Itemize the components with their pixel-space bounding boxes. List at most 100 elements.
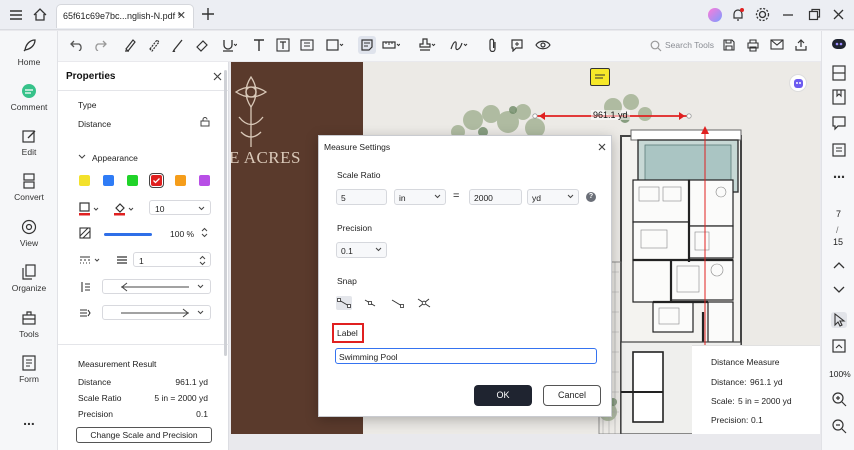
nav-comment[interactable]: Comment bbox=[0, 83, 58, 112]
opacity-value[interactable]: 100 % bbox=[170, 229, 194, 239]
minimize-icon[interactable] bbox=[782, 9, 794, 21]
share-icon[interactable] bbox=[792, 36, 810, 54]
avatar[interactable] bbox=[708, 8, 722, 22]
redo-icon[interactable] bbox=[91, 36, 109, 54]
eraser-icon[interactable] bbox=[193, 36, 211, 54]
lock-icon[interactable] bbox=[200, 117, 210, 127]
close-panel-icon[interactable] bbox=[213, 72, 222, 81]
color-swatch-blue[interactable] bbox=[103, 175, 114, 186]
line-end-select[interactable] bbox=[102, 305, 211, 320]
ai-icon[interactable] bbox=[831, 38, 847, 54]
chevron-down-icon[interactable] bbox=[78, 154, 86, 160]
comments-panel-icon[interactable] bbox=[831, 115, 847, 131]
bookmark-icon[interactable] bbox=[831, 89, 847, 105]
snap-endpoint-icon[interactable] bbox=[336, 296, 352, 310]
restore-icon[interactable] bbox=[808, 8, 821, 21]
cancel-button-label: Cancel bbox=[557, 390, 586, 400]
eye-icon[interactable] bbox=[534, 36, 552, 54]
stamp-icon[interactable] bbox=[418, 36, 436, 54]
save-icon[interactable] bbox=[720, 36, 738, 54]
zoom-in-icon[interactable] bbox=[831, 391, 847, 407]
line-start-select[interactable] bbox=[102, 279, 211, 294]
precision-select[interactable]: 0.1 bbox=[336, 242, 387, 258]
email-icon[interactable] bbox=[768, 36, 786, 54]
color-swatch-orange[interactable] bbox=[175, 175, 186, 186]
nav-home[interactable]: Home bbox=[0, 38, 58, 67]
more-icon[interactable]: ... bbox=[0, 412, 58, 428]
properties-scrollbar[interactable] bbox=[224, 70, 227, 356]
text-icon[interactable] bbox=[250, 36, 268, 54]
color-swatch-yellow[interactable] bbox=[79, 175, 90, 186]
ai-assistant-icon[interactable] bbox=[789, 74, 807, 92]
color-swatch-green[interactable] bbox=[127, 175, 138, 186]
add-comment-icon[interactable] bbox=[508, 36, 526, 54]
measure-settings-dialog: Measure Settings Scale Ratio 5 in = 2000… bbox=[318, 135, 612, 417]
textbox-icon[interactable] bbox=[274, 36, 292, 54]
nav-comment-label: Comment bbox=[10, 102, 48, 112]
bell-icon[interactable] bbox=[731, 7, 745, 22]
undo-icon[interactable] bbox=[68, 36, 86, 54]
label-input[interactable]: Swimming Pool bbox=[335, 348, 597, 364]
nav-edit[interactable]: Edit bbox=[0, 128, 58, 157]
new-tab-icon[interactable] bbox=[201, 7, 215, 21]
measure-icon[interactable] bbox=[382, 36, 400, 54]
signature-icon[interactable] bbox=[450, 36, 468, 54]
nav-form[interactable]: Form bbox=[0, 355, 58, 384]
close-tab-icon[interactable]: ✕ bbox=[177, 9, 186, 22]
shape-icon[interactable] bbox=[326, 36, 344, 54]
zoom-level[interactable]: 100% bbox=[829, 369, 851, 379]
pen-icon[interactable] bbox=[169, 36, 187, 54]
fields-icon[interactable] bbox=[831, 142, 847, 158]
properties-title: Properties bbox=[66, 71, 116, 82]
print-icon[interactable] bbox=[744, 36, 762, 54]
underline-icon[interactable] bbox=[220, 36, 238, 54]
snap-intersection-icon[interactable] bbox=[416, 296, 432, 310]
close-window-icon[interactable] bbox=[832, 8, 845, 21]
nav-organize[interactable]: Organize bbox=[0, 264, 58, 293]
opacity-stepper-icon[interactable] bbox=[201, 227, 208, 238]
page-thumbnails-icon[interactable] bbox=[831, 65, 847, 81]
search-tools-input[interactable]: Search Tools bbox=[665, 40, 714, 50]
chevron-down-icon[interactable] bbox=[831, 284, 847, 300]
scale-from-value-input[interactable]: 5 bbox=[336, 189, 387, 205]
dialog-close-icon[interactable] bbox=[598, 143, 606, 151]
zoom-out-icon[interactable] bbox=[831, 418, 847, 434]
cancel-button[interactable]: Cancel bbox=[543, 385, 601, 406]
area-highlight-icon[interactable] bbox=[145, 36, 163, 54]
scale-to-unit-select[interactable]: yd bbox=[527, 189, 579, 205]
callout-icon[interactable] bbox=[298, 36, 316, 54]
scale-from-unit-select[interactable]: in bbox=[394, 189, 446, 205]
form-icon bbox=[21, 355, 37, 371]
dash-count-select[interactable]: 1 bbox=[133, 252, 211, 267]
dash-style-icon[interactable] bbox=[79, 255, 103, 265]
help-icon[interactable]: ? bbox=[586, 192, 596, 202]
nav-tools[interactable]: Tools bbox=[0, 310, 58, 339]
snap-midpoint-icon[interactable] bbox=[362, 296, 378, 310]
document-tab[interactable]: 65f61c69e7bc...nglish-N.pdf * ✕ bbox=[56, 4, 194, 28]
page-number[interactable]: 7 bbox=[836, 209, 841, 219]
change-scale-button[interactable]: Change Scale and Precision bbox=[76, 427, 212, 443]
color-swatch-purple[interactable] bbox=[199, 175, 210, 186]
gear-icon[interactable] bbox=[755, 7, 770, 22]
search-icon[interactable] bbox=[650, 40, 662, 52]
fit-page-icon[interactable] bbox=[831, 338, 847, 354]
sticky-note-icon[interactable] bbox=[358, 36, 376, 54]
scale-to-value-input[interactable]: 2000 bbox=[469, 189, 522, 205]
highlighter-icon[interactable] bbox=[121, 36, 139, 54]
attachment-icon[interactable] bbox=[484, 36, 502, 54]
opacity-slider[interactable] bbox=[104, 233, 152, 236]
color-swatch-red-selected[interactable] bbox=[149, 173, 164, 188]
nav-view[interactable]: View bbox=[0, 219, 58, 248]
more-options-icon[interactable]: ⋯ bbox=[831, 170, 847, 186]
sticky-note-annotation[interactable] bbox=[590, 68, 610, 86]
nav-convert[interactable]: Convert bbox=[0, 173, 58, 202]
ok-button[interactable]: OK bbox=[474, 385, 532, 406]
select-cursor-icon[interactable] bbox=[831, 312, 847, 328]
line-width-select[interactable]: 10 bbox=[149, 200, 211, 215]
menu-icon[interactable] bbox=[9, 9, 23, 21]
snap-center-icon[interactable] bbox=[389, 296, 405, 310]
home-icon[interactable] bbox=[32, 7, 48, 22]
stroke-color-icon[interactable] bbox=[79, 202, 101, 216]
chevron-up-icon[interactable] bbox=[831, 259, 847, 275]
fill-color-icon[interactable] bbox=[114, 202, 136, 216]
